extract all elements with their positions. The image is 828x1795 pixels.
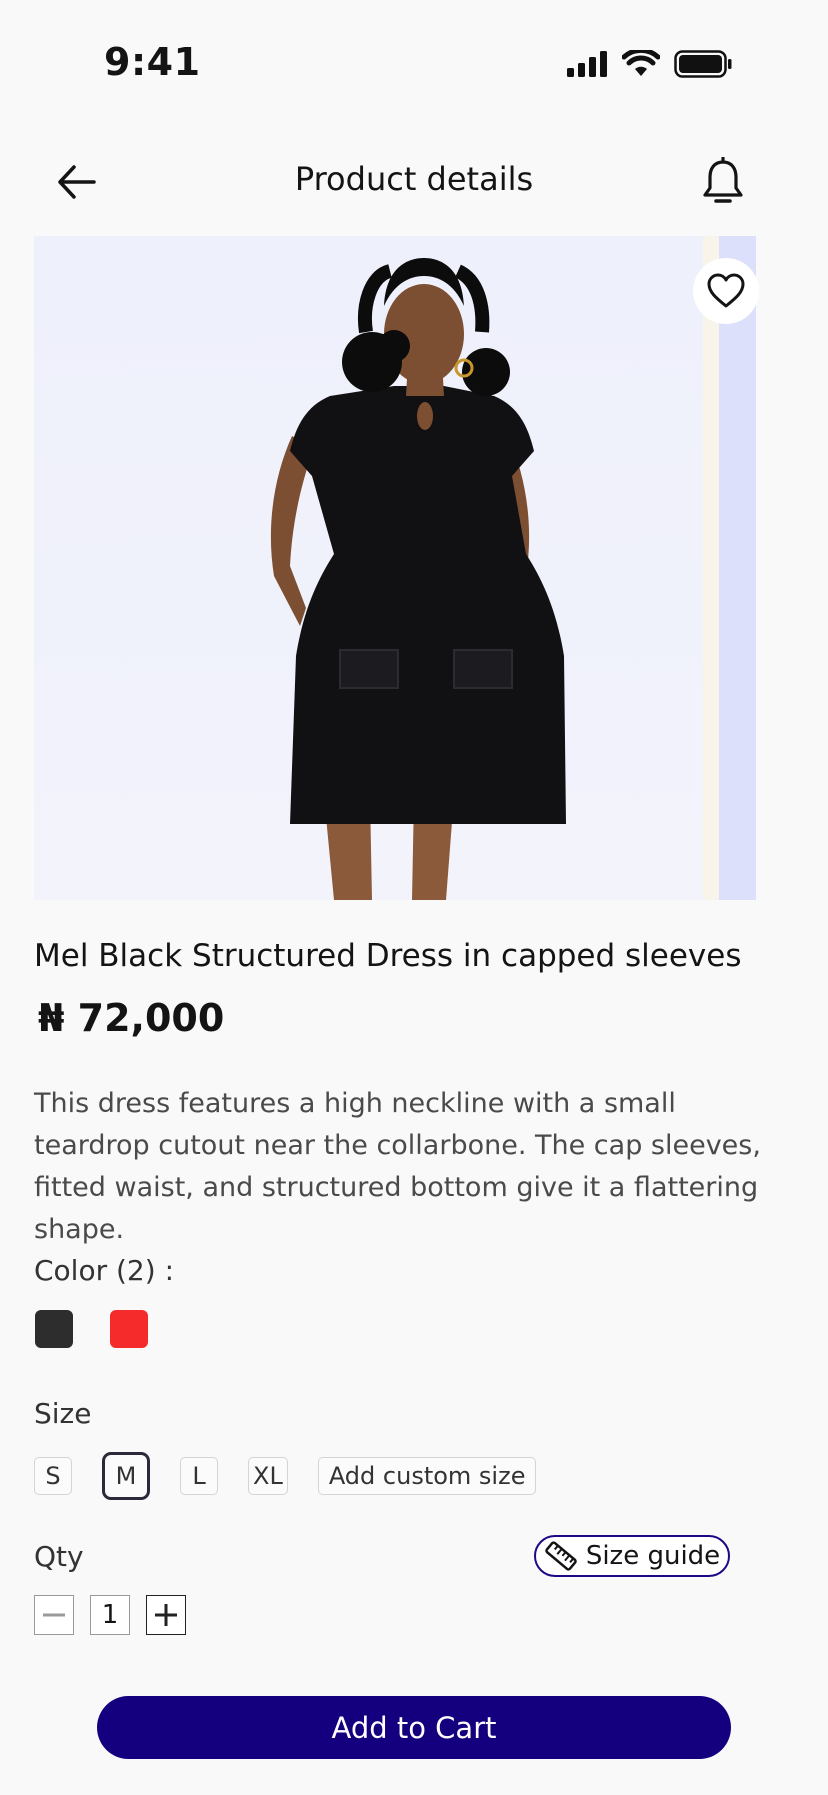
size-guide-label: Size guide xyxy=(585,1541,721,1571)
color-swatch-black[interactable] xyxy=(35,1310,73,1348)
size-guide-button[interactable]: Size guide xyxy=(534,1535,730,1577)
bell-icon xyxy=(703,156,743,203)
increase-qty-button[interactable] xyxy=(146,1595,186,1635)
qty-value[interactable]: 1 xyxy=(90,1595,130,1635)
size-option-xl[interactable]: XL xyxy=(248,1457,288,1495)
dress-model-illustration xyxy=(270,258,566,900)
battery-icon xyxy=(674,50,732,78)
image-divider xyxy=(703,236,719,900)
color-swatch-red[interactable] xyxy=(110,1310,148,1348)
qty-label: Qty xyxy=(34,1540,84,1573)
favorite-button[interactable] xyxy=(693,258,759,324)
next-image-peek[interactable] xyxy=(719,236,756,900)
arrow-left-icon xyxy=(58,165,96,199)
plus-icon xyxy=(155,1604,177,1626)
add-to-cart-button[interactable]: Add to Cart xyxy=(97,1696,731,1759)
heart-icon xyxy=(707,273,745,308)
product-description: This dress features a high neckline with… xyxy=(34,1088,761,1245)
size-label: Size xyxy=(34,1397,92,1430)
product-title: Mel Black Structured Dress in capped sle… xyxy=(34,938,742,974)
status-time: 9:41 xyxy=(104,40,201,84)
status-icons xyxy=(566,50,732,78)
wifi-icon xyxy=(622,50,660,76)
size-option-s[interactable]: S xyxy=(34,1457,72,1495)
product-price: ₦ 72,000 xyxy=(38,996,225,1040)
signal-icon xyxy=(567,51,607,77)
ruler-icon xyxy=(545,1541,577,1571)
color-label: Color (2) : xyxy=(34,1254,174,1287)
minus-icon xyxy=(43,1613,65,1617)
size-option-m[interactable]: M xyxy=(102,1452,150,1500)
quantity-stepper: 1 xyxy=(34,1595,186,1635)
size-option-l[interactable]: L xyxy=(180,1457,218,1495)
product-image xyxy=(34,236,756,900)
notification-button[interactable] xyxy=(700,156,746,207)
back-button[interactable] xyxy=(52,158,100,206)
size-options: S M L XL Add custom size xyxy=(34,1452,537,1500)
add-custom-size-button[interactable]: Add custom size xyxy=(317,1457,537,1495)
decrease-qty-button[interactable] xyxy=(34,1595,74,1635)
